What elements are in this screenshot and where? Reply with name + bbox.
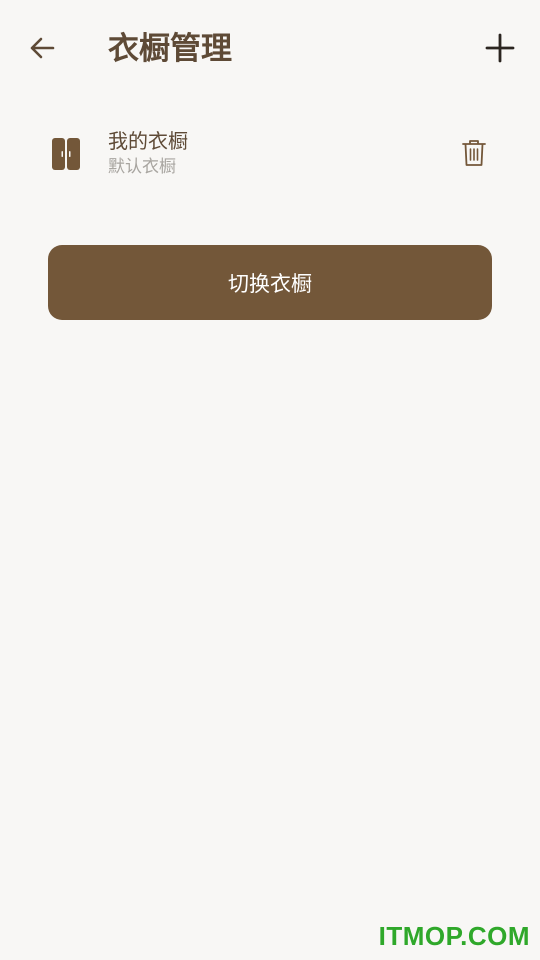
- wardrobe-subtitle: 默认衣橱: [108, 157, 176, 177]
- switch-wardrobe-button[interactable]: 切换衣橱: [48, 245, 492, 320]
- plus-icon: [485, 33, 515, 63]
- wardrobe-name: 我的衣橱: [108, 129, 188, 153]
- top-bar: 衣橱管理: [0, 0, 540, 100]
- back-button[interactable]: [22, 28, 62, 68]
- page-title: 衣橱管理: [108, 31, 232, 67]
- add-wardrobe-button[interactable]: [480, 28, 520, 68]
- watermark-logo: ITMOP.COM: [378, 921, 530, 951]
- wardrobe-list-item[interactable]: 我的衣橱 默认衣橱: [0, 118, 540, 188]
- arrow-left-icon: [30, 37, 55, 59]
- delete-wardrobe-button[interactable]: [458, 136, 490, 170]
- wardrobe-icon: [52, 138, 80, 170]
- trash-icon: [462, 140, 486, 166]
